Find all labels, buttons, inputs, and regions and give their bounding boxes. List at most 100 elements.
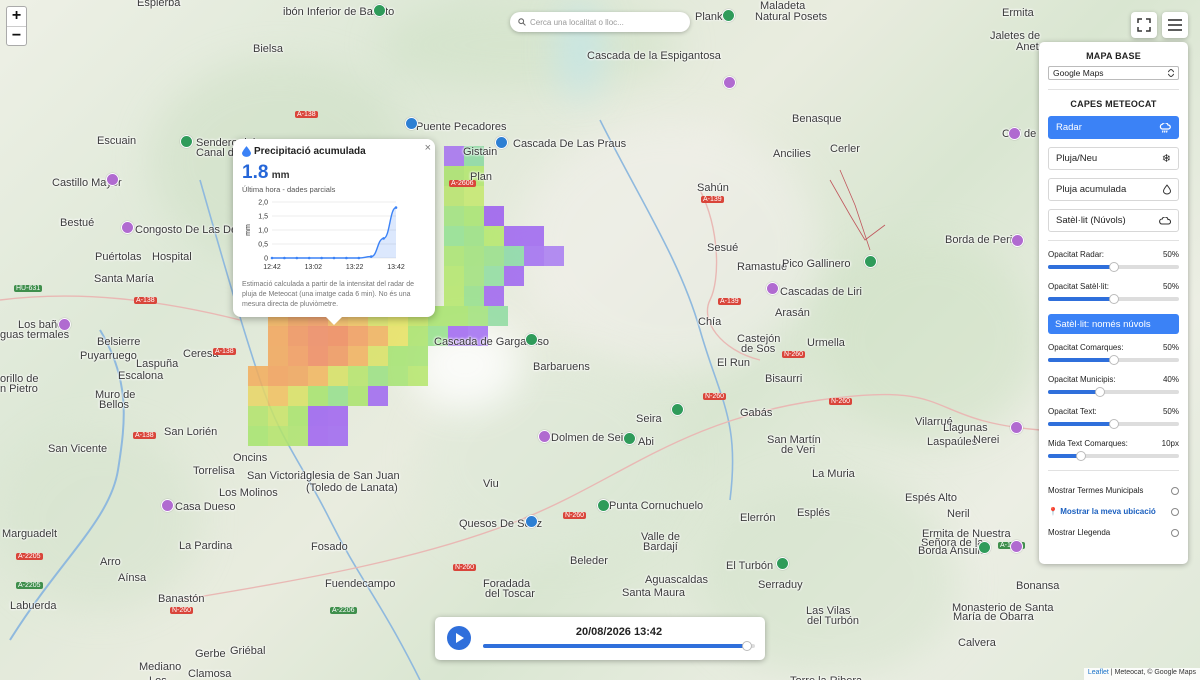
poi-marker-icon[interactable] — [623, 432, 636, 445]
divider — [1048, 240, 1179, 241]
radar-cell — [368, 366, 388, 386]
place-label: Oncins — [233, 452, 268, 464]
slider-track[interactable] — [1048, 262, 1179, 272]
slider-row: Opacitat Text: 50% — [1048, 407, 1179, 416]
road-shield: N-260 — [782, 351, 806, 358]
base-map-select[interactable]: Google Maps — [1048, 66, 1179, 80]
poi-marker-icon[interactable] — [58, 318, 71, 331]
radar-cell — [444, 246, 464, 266]
satellite-clouds-only-button[interactable]: Satèl·lit: només núvols — [1048, 314, 1179, 334]
zoom-in-button[interactable]: + — [7, 7, 26, 26]
place-label: Bielsa — [253, 43, 283, 55]
poi-marker-icon[interactable] — [671, 403, 684, 416]
search-bar — [510, 12, 690, 32]
radar-cell — [268, 426, 288, 446]
poi-marker-icon[interactable] — [776, 557, 789, 570]
slider-handle[interactable] — [1108, 262, 1119, 272]
slider-handle[interactable] — [1095, 387, 1106, 397]
divider — [1048, 470, 1179, 471]
poi-marker-icon[interactable] — [405, 117, 418, 130]
layer-accumulated-rain-button[interactable]: Pluja acumulada — [1048, 178, 1179, 201]
poi-marker-icon[interactable] — [1008, 127, 1021, 140]
poi-marker-icon[interactable] — [538, 430, 551, 443]
slider-handle[interactable] — [1108, 355, 1119, 365]
menu-button[interactable] — [1162, 12, 1188, 38]
radar-cell — [544, 246, 564, 266]
poi-marker-icon[interactable] — [180, 135, 193, 148]
layer-rain-snow-button[interactable]: Pluja/Neu ❄ — [1048, 147, 1179, 170]
radar-cell — [468, 306, 488, 326]
slider-track[interactable] — [1048, 294, 1179, 304]
timeline-slider[interactable] — [483, 641, 755, 651]
poi-marker-icon[interactable] — [1010, 540, 1023, 553]
poi-marker-icon[interactable] — [1011, 234, 1024, 247]
timeline-handle[interactable] — [741, 641, 752, 651]
poi-marker-icon[interactable] — [978, 541, 991, 554]
chart-y-tick: 0 — [264, 256, 268, 263]
radar-cell — [308, 366, 328, 386]
radio-municipal[interactable] — [1171, 486, 1179, 495]
snowflake-icon: ❄ — [1161, 153, 1171, 165]
poi-marker-icon[interactable] — [723, 76, 736, 89]
fullscreen-button[interactable] — [1131, 12, 1157, 38]
radio-location[interactable] — [1171, 507, 1179, 516]
poi-marker-icon[interactable] — [106, 173, 119, 186]
poi-marker-icon[interactable] — [121, 221, 134, 234]
road-shield: A-138 — [134, 297, 157, 304]
poi-marker-icon[interactable] — [373, 4, 386, 17]
poi-marker-icon[interactable] — [864, 255, 877, 268]
option-label-with-icon: 📍 Mostrar la meva ubicació — [1048, 507, 1156, 516]
radar-cell — [348, 346, 368, 366]
place-label: Urmella — [807, 337, 845, 349]
slider-fill — [1048, 422, 1114, 426]
radar-cell — [288, 426, 308, 446]
layer-satellite-button[interactable]: Satèl·lit (Núvols) — [1048, 209, 1179, 232]
place-label: Jaletes de — [990, 30, 1041, 42]
place-label: Esplés — [797, 507, 831, 519]
option-municipal-boundaries[interactable]: Mostrar Termes Municipals — [1048, 480, 1179, 501]
layer-radar-button[interactable]: Radar — [1048, 116, 1179, 139]
zoom-out-button[interactable]: − — [7, 26, 26, 45]
poi-marker-icon[interactable] — [766, 282, 779, 295]
poi-marker-icon[interactable] — [1010, 421, 1023, 434]
slider-handle[interactable] — [1075, 451, 1086, 461]
place-label: Iglesia de San Juan — [303, 470, 400, 482]
radar-cell — [444, 286, 464, 306]
leaflet-link[interactable]: Leaflet — [1088, 669, 1109, 676]
popup-close-button[interactable]: × — [425, 142, 431, 154]
poi-marker-icon[interactable] — [722, 9, 735, 22]
slider-track[interactable] — [1048, 451, 1179, 461]
place-label: Santa Maura — [622, 587, 685, 599]
radar-cell — [504, 246, 524, 266]
chart-y-label: mm — [245, 224, 252, 236]
poi-marker-icon[interactable] — [525, 333, 538, 346]
poi-marker-icon[interactable] — [525, 515, 538, 528]
slider-track[interactable] — [1048, 387, 1179, 397]
radio-legend[interactable] — [1171, 528, 1179, 537]
place-label: Los Molinos — [219, 487, 278, 499]
option-legend[interactable]: Mostrar Llegenda — [1048, 522, 1179, 543]
radar-cell — [348, 366, 368, 386]
place-label: de Veri — [781, 444, 816, 456]
place-label: Natural Posets — [755, 11, 828, 23]
poi-marker-icon[interactable] — [597, 499, 610, 512]
poi-marker-icon[interactable] — [161, 499, 174, 512]
poi-marker-icon[interactable] — [495, 136, 508, 149]
slider-row: Opacitat Comarques: 50% — [1048, 343, 1179, 352]
chart-point — [369, 255, 373, 258]
slider-track[interactable] — [1048, 419, 1179, 429]
option-my-location[interactable]: 📍 Mostrar la meva ubicació — [1048, 501, 1179, 522]
road-shield: N-260 — [829, 398, 853, 405]
layer-label: Radar — [1056, 122, 1082, 133]
slider-handle[interactable] — [1108, 294, 1119, 304]
radar-cell — [288, 366, 308, 386]
radar-cell — [308, 326, 328, 346]
slider-track[interactable] — [1048, 355, 1179, 365]
chart-x-tick: 13:22 — [346, 264, 364, 271]
play-button[interactable] — [447, 626, 471, 650]
search-input[interactable] — [530, 17, 680, 27]
road-shield: A-139 — [701, 196, 724, 203]
slider-handle[interactable] — [1108, 419, 1119, 429]
place-label: Chía — [698, 316, 722, 328]
map-canvas[interactable]: Espierba ibón Inferior de Barleto Bielsa Es… — [0, 0, 1200, 680]
